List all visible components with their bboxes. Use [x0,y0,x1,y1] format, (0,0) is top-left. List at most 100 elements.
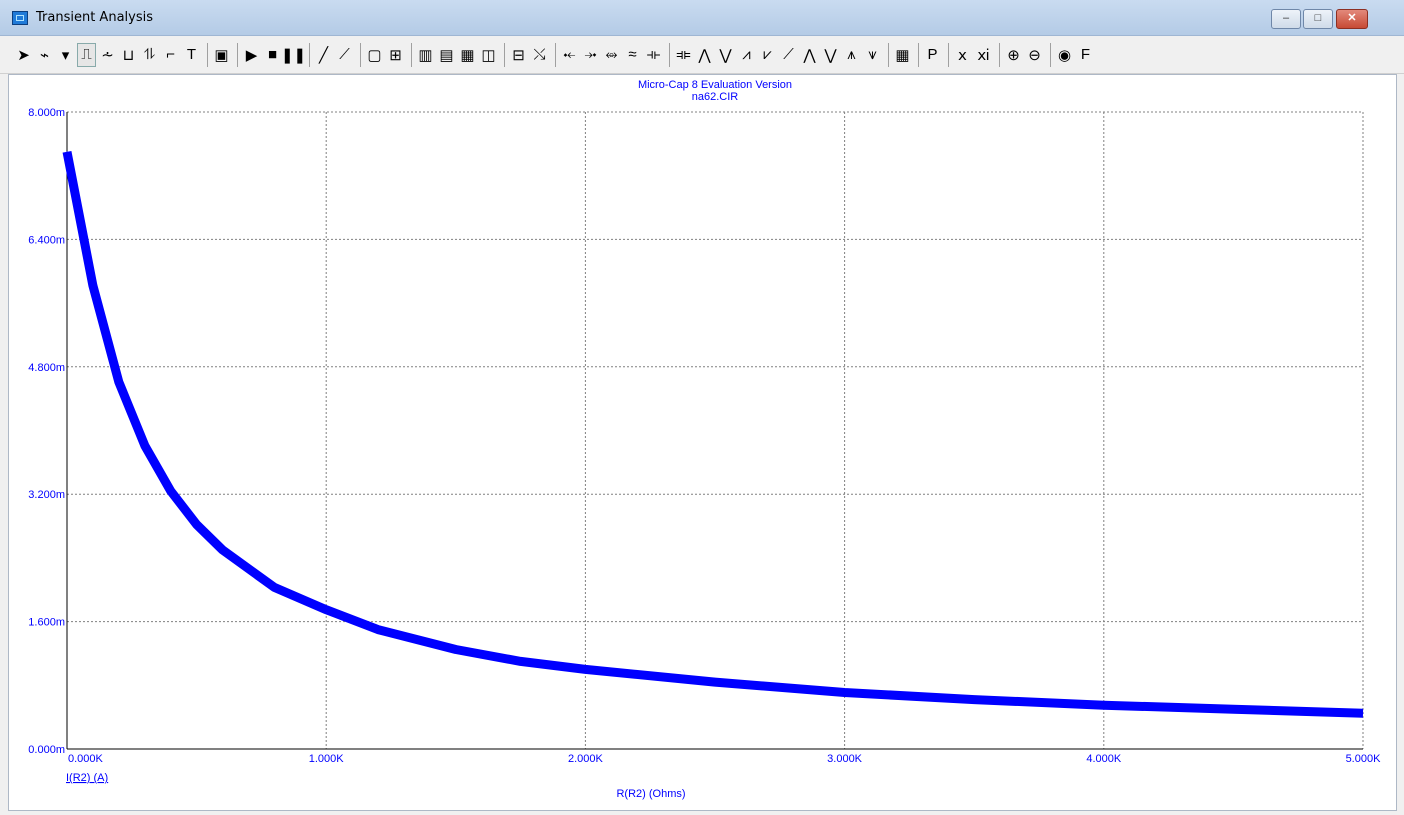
plot-title-line2: na62.CIR [692,91,739,103]
trace-label[interactable]: I(R2) (A) [66,772,108,784]
data-point [973,699,975,701]
zoom-out-icon[interactable]: ⊖ [1025,43,1044,67]
data-point [455,649,457,650]
right-border [1397,74,1404,815]
toolbar: ➤ ⌁ ▾ ⎍ ⩪ ⊔ ⥮ ⌐ T ▣ ▶ ■ ❚❚ ╱ ⟋ ▢ ⊞ ▥ ▤ ▦ ◫ ⊟ ⤯ ⤝ ⤞ ⥈ ≈ ⟛ ⟚ ⋀ ⋁ ⩘ ⩗ ⟋ ⋀ ⋁ ⩚ ⩛ ▦… [0,36,1404,74]
stop-icon[interactable]: ■ [263,43,282,67]
point-tag-icon[interactable]: P [923,43,942,67]
data-point [170,490,172,492]
data-point [66,151,68,153]
toolbar-separator [309,42,310,67]
data-point [714,681,716,683]
low-icon[interactable]: ⩗ [758,43,777,67]
line-icon[interactable]: ╱ [314,43,333,67]
bus-icon[interactable]: ⊔ [119,43,138,67]
toolbar-separator [999,42,1000,67]
toolbar-separator [504,42,505,67]
axes [66,112,1363,750]
peak-icon[interactable]: ⋀ [695,43,714,67]
data-point [118,381,120,383]
x-tick-label: 4.000K [1086,753,1122,765]
cursor-prev-icon[interactable]: ⟚ [674,43,693,67]
x-tick-label: 3.000K [827,753,863,765]
data-point [584,668,586,670]
maximize-button[interactable]: □ [1303,9,1333,29]
cursor-right-icon[interactable]: ⤞ [581,43,600,67]
data-point [377,629,379,631]
toolbar-separator [360,42,361,67]
data-point [844,692,846,693]
pause-icon[interactable]: ❚❚ [281,43,306,67]
properties-icon[interactable]: ▣ [212,43,231,67]
data-point [1103,704,1105,706]
cursor-next-icon[interactable]: ⟛ [644,43,663,67]
data-point [92,285,94,287]
component-icon[interactable]: ⌁ [35,43,54,67]
x-tick-label: 0.000K [68,753,104,765]
inflection-icon[interactable]: ⟋ [779,43,798,67]
trace-line[interactable] [62,150,1364,718]
wire-icon[interactable]: ⌐ [161,43,180,67]
horizontal-grid-icon[interactable]: ▤ [437,43,456,67]
x-tick-label: 5.000K [1346,753,1382,765]
select-arrow-icon[interactable]: ➤ [14,43,33,67]
grid [67,111,1364,749]
data-point [1362,712,1364,714]
toolbar-separator [207,42,208,67]
top-icon[interactable]: ⩚ [842,43,861,67]
vertical-grid-icon[interactable]: ▥ [416,43,435,67]
y-tick-label: 0.000m [28,744,65,756]
toolbar-separator [888,42,889,67]
colors-icon[interactable]: ◉ [1055,43,1074,67]
window-title: Transient Analysis [36,10,153,25]
baseline-icon[interactable]: ⊟ [509,43,528,67]
toolbar-separator [1050,42,1051,67]
x-axis-label: R(R2) (Ohms) [616,788,685,800]
toolbar-separator [918,42,919,67]
high-icon[interactable]: ⩘ [737,43,756,67]
labels: Micro-Cap 8 Evaluation Version na62.CIR … [28,79,1381,800]
data-point [222,549,223,551]
y-scale-icon[interactable]: ⅺ [974,43,993,67]
global-high-icon[interactable]: ⋀ [800,43,819,67]
plot-title-line1: Micro-Cap 8 Evaluation Version [638,79,792,91]
data-point [1232,708,1234,710]
grid-icon[interactable]: ⊞ [386,43,405,67]
text-icon[interactable]: T [182,43,201,67]
data-point [144,445,146,447]
valley-icon[interactable]: ⋁ [716,43,735,67]
bottom-icon[interactable]: ⩛ [863,43,882,67]
y-tick-label: 4.800m [28,362,65,374]
data-point [273,586,275,588]
data-point [520,660,522,662]
cursor-left-icon[interactable]: ⤝ [560,43,579,67]
wave-icon[interactable]: ≈ [623,43,642,67]
toolbar-separator [411,42,412,67]
minimize-button[interactable]: – [1271,9,1301,29]
run-icon[interactable]: ▶ [242,43,261,67]
table-icon[interactable]: ▦ [893,43,912,67]
toolbar-separator [669,42,670,67]
probe-icon[interactable]: ⥮ [140,43,159,67]
dropdown-arrow-icon[interactable]: ▾ [56,43,75,67]
x-scale-icon[interactable]: ⅹ [953,43,972,67]
plot-area[interactable]: Micro-Cap 8 Evaluation Version na62.CIR … [8,74,1397,811]
resistor-icon[interactable]: ⩪ [98,43,117,67]
data-point [196,524,198,525]
minor-grid-icon[interactable]: ▦ [458,43,477,67]
font-icon[interactable]: F [1076,43,1095,67]
toolbar-separator [948,42,949,67]
global-low-icon[interactable]: ⋁ [821,43,840,67]
cursor-mode-icon[interactable]: ⥈ [602,43,621,67]
y-tick-label: 8.000m [28,107,65,119]
panel-icon[interactable]: ◫ [479,43,498,67]
add-curve-icon[interactable]: ⎍ [77,42,96,67]
chart[interactable]: Micro-Cap 8 Evaluation Version na62.CIR … [9,75,1396,810]
zoom-in-icon[interactable]: ⊕ [1004,43,1023,67]
close-button[interactable]: ✕ [1336,9,1368,29]
frame-icon[interactable]: ▢ [365,43,384,67]
data-point [325,609,327,611]
tokens-icon[interactable]: ⤯ [530,43,549,67]
line-points-icon[interactable]: ⟋ [335,43,354,67]
title-bar[interactable]: Transient Analysis – □ ✕ [0,0,1404,36]
